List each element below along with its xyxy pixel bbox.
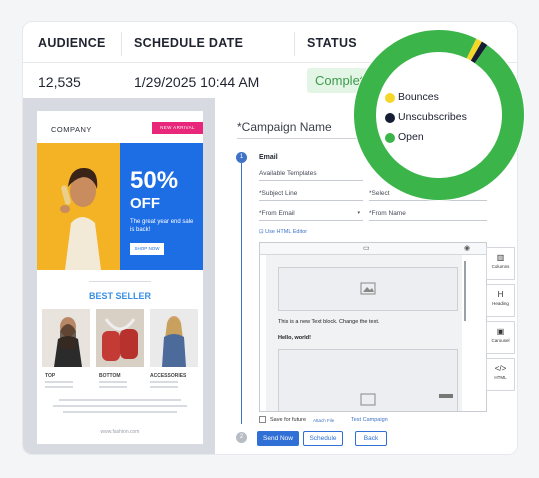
donut-slice-unscubscribes (470, 41, 488, 64)
offer-percent: 50% (130, 167, 179, 194)
desktop-view-icon[interactable]: ▭ (363, 244, 370, 252)
tool-columns[interactable]: ▥ Columns (486, 247, 515, 280)
company-logo-text: COMPANY (51, 125, 92, 134)
code-icon: ⊡ (259, 229, 264, 235)
header-schedule-date: SCHEDULE DATE (134, 36, 244, 50)
editor-canvas: This is a new Text block. Change the tex… (266, 255, 462, 411)
tool-label: Heading (492, 301, 509, 306)
editor-toolbar: ▭ ◉ (260, 243, 486, 255)
placeholder-line (53, 405, 187, 407)
text-block[interactable]: This is a new Text block. Change the tex… (278, 319, 379, 325)
available-templates-select[interactable]: Available Templates (259, 168, 363, 181)
shop-now-button[interactable]: SHOP NOW (130, 243, 164, 255)
chevron-down-icon: ▾ (357, 210, 360, 216)
image-block[interactable] (278, 349, 458, 411)
audience-value: 12,535 (38, 74, 81, 90)
product-image-bottom (96, 309, 144, 367)
placeholder-line (63, 411, 177, 413)
offer-tagline: The great year end sale is back! (130, 219, 194, 233)
placeholder-line (99, 381, 127, 383)
hello-text[interactable]: Hello, world! (278, 335, 311, 341)
email-preview-panel: COMPANY NEW ARRIVAL 50% OFF The great ye… (23, 98, 215, 454)
placeholder-line (99, 386, 127, 388)
back-button[interactable]: Back (355, 431, 387, 446)
placeholder-line (45, 381, 73, 383)
header-divider (294, 32, 295, 56)
divider (89, 281, 151, 282)
save-future-label: Save for future (270, 417, 307, 423)
legend-dot (385, 93, 395, 103)
heading-icon: H (497, 290, 504, 299)
carousel-icon: ▣ (496, 327, 505, 336)
header-status: STATUS (307, 36, 357, 50)
hero-image (37, 143, 120, 270)
new-arrival-badge: NEW ARRIVAL (152, 122, 203, 134)
editor-tools-panel: ▥ Columns H Heading ▣ Carousel </> HTML (486, 247, 516, 393)
use-html-editor-link[interactable]: ⊡ Use HTML Editor (259, 229, 307, 235)
from-email-select[interactable]: *From Email ▾ (259, 208, 363, 221)
subject-line-input[interactable]: *Subject Line (259, 188, 363, 201)
product-image-accessories (150, 309, 198, 367)
campaign-name-input[interactable]: *Campaign Name (237, 120, 332, 134)
product-label-accessories: ACCESSORIES (150, 373, 187, 379)
image-block[interactable] (278, 267, 458, 311)
step-2-marker: 2 (236, 432, 247, 443)
header-audience: AUDIENCE (38, 36, 106, 50)
tool-html[interactable]: </> HTML (486, 358, 515, 391)
schedule-date-value: 1/29/2025 10:44 AM (134, 74, 260, 90)
email-section-label: Email (259, 154, 278, 161)
save-future-checkbox[interactable] (259, 416, 266, 423)
step-timeline-line (241, 162, 242, 424)
email-editor[interactable]: ▭ ◉ This is a new Text block. Change the… (259, 242, 487, 412)
footer-url: www.fashion.com (100, 429, 140, 435)
use-html-editor-label: Use HTML Editor (265, 229, 308, 235)
legend-dot (385, 133, 395, 143)
legend-item-open: Open (385, 131, 424, 143)
legend-label: Bounces (398, 91, 439, 103)
placeholder-line (150, 381, 178, 383)
schedule-button[interactable]: Schedule (303, 431, 343, 446)
editor-scrollbar[interactable] (464, 261, 466, 321)
product-image-top (42, 309, 90, 367)
tool-carousel[interactable]: ▣ Carousel (486, 321, 515, 354)
email-template: COMPANY NEW ARRIVAL 50% OFF The great ye… (37, 111, 203, 444)
best-seller-title: BEST SELLER (88, 291, 151, 301)
offer-off-text: OFF (130, 195, 160, 212)
attach-file-link[interactable]: Attach File (313, 418, 334, 423)
donut-slice-bounces (466, 38, 482, 61)
placeholder-line (45, 386, 73, 388)
header-divider (121, 32, 122, 56)
tool-label: HTML (494, 375, 507, 380)
from-name-input[interactable]: *From Name (369, 208, 487, 221)
preview-eye-icon[interactable]: ◉ (464, 244, 470, 252)
placeholder-line (150, 386, 178, 388)
test-campaign-link[interactable]: Test Campaign (351, 417, 388, 423)
legend-item-bounces: Bounces (385, 91, 439, 103)
send-now-button[interactable]: Send Now (257, 431, 299, 446)
tool-heading[interactable]: H Heading (486, 284, 515, 317)
html-icon: </> (494, 364, 507, 373)
hero-offer-panel: 50% OFF The great year end sale is back!… (120, 143, 203, 270)
tool-label: Columns (491, 264, 510, 269)
product-label-bottom: BOTTOM (99, 373, 121, 379)
legend-dot (385, 113, 395, 123)
from-email-label: *From Email (259, 210, 295, 217)
columns-icon: ▥ (496, 253, 505, 262)
product-label-top: TOP (45, 373, 56, 379)
legend-label: Unscubscribes (398, 111, 467, 123)
placeholder-line (59, 399, 181, 401)
legend-item-unsubscribes: Unscubscribes (385, 111, 467, 123)
step-1-marker: 1 (236, 152, 247, 163)
legend-label: Open (398, 131, 424, 143)
tool-label: Carousel (491, 338, 510, 343)
